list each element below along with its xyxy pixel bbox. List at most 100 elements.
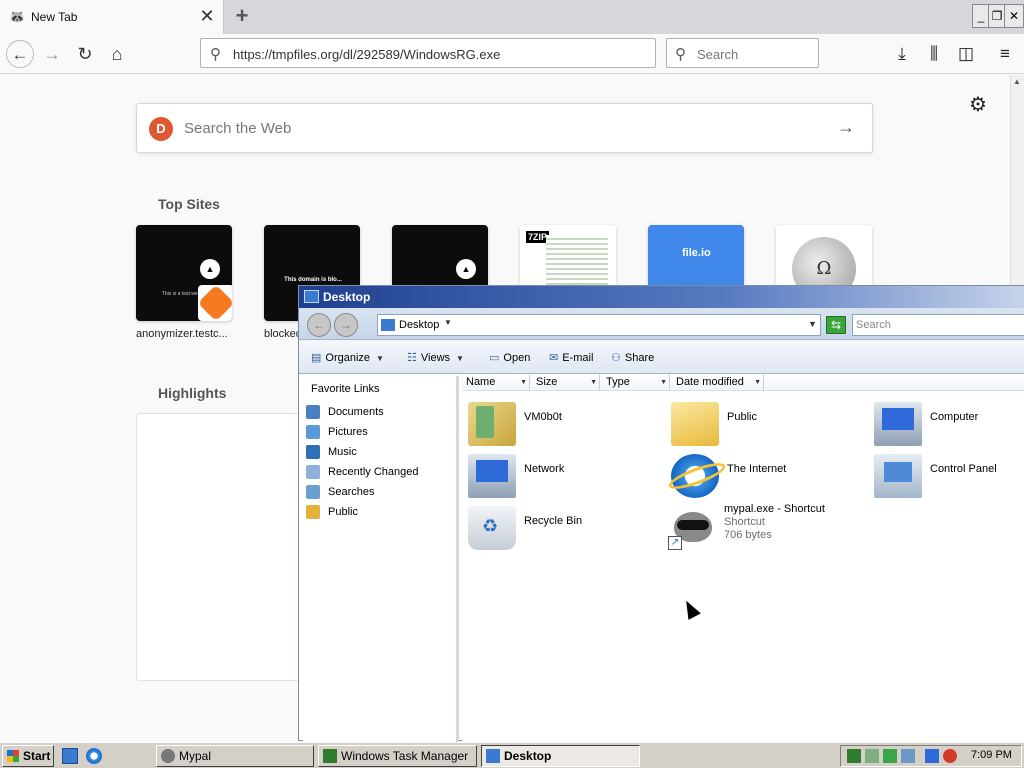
file-item-network[interactable]: Network: [468, 452, 668, 500]
search-input[interactable]: ⚲ Search: [666, 38, 819, 68]
library-icon[interactable]: ⫼: [921, 40, 947, 68]
clock[interactable]: 7:09 PM: [971, 749, 1012, 761]
recycle-bin-icon: [468, 506, 516, 550]
close-window-button[interactable]: ✕: [1004, 4, 1024, 28]
tab-new-tab[interactable]: 🦝 New Tab ✕: [0, 0, 224, 34]
home-button[interactable]: ⌂: [103, 40, 131, 68]
reload-button[interactable]: ↻: [71, 40, 99, 68]
thumbnail-text: file.io: [682, 247, 711, 259]
site-logo-icon: [197, 284, 232, 321]
file-item-public[interactable]: Public: [671, 400, 871, 448]
explorer-toolbar: ▤ Organize ▼ ☷ Views ▼ ▭ Open ✉ E-mail ⚇ Share: [299, 340, 1024, 374]
file-item-size: 706 bytes: [724, 529, 772, 541]
tray-app-icon[interactable]: [883, 749, 897, 763]
explorer-search-input[interactable]: Search: [852, 314, 1024, 336]
column-header-type[interactable]: Type ▼: [602, 374, 670, 391]
system-tray: 7:09 PM: [840, 745, 1022, 767]
chevron-down-icon[interactable]: ▼: [660, 374, 667, 391]
share-button[interactable]: ⚇ Share: [611, 351, 654, 364]
email-label: E-mail: [562, 352, 594, 364]
explorer-forward-button[interactable]: →: [334, 313, 358, 337]
explorer-title: Desktop: [323, 290, 371, 304]
top-site-label: anonymizer.testc...: [136, 328, 228, 340]
new-tab-button[interactable]: +: [230, 4, 254, 28]
scroll-up-icon[interactable]: ▲: [1013, 77, 1021, 86]
tray-app-icon[interactable]: [901, 749, 915, 763]
organize-icon: ▤: [311, 352, 322, 364]
nav-link-label: Pictures: [328, 426, 368, 438]
nav-link-label: Recently Changed: [328, 466, 419, 478]
network-status-icon[interactable]: [925, 749, 939, 763]
file-item-vm0b0t[interactable]: VM0b0t: [468, 400, 668, 448]
file-item-mypal-shortcut[interactable]: ↗ mypal.exe - Shortcut Shortcut 706 byte…: [668, 503, 888, 552]
views-button[interactable]: ☷ Views ▼: [407, 351, 464, 364]
file-item-recycle-bin[interactable]: Recycle Bin: [468, 504, 668, 552]
views-label: Views: [420, 352, 451, 364]
start-button[interactable]: Start: [2, 745, 54, 767]
chevron-down-icon[interactable]: ▼: [808, 319, 817, 329]
chevron-down-icon[interactable]: ▼: [754, 374, 761, 391]
chevron-down-icon[interactable]: ▼: [590, 374, 597, 391]
url-bar[interactable]: ⚲ https://tmpfiles.org/dl/292589/Windows…: [200, 38, 656, 68]
close-tab-icon[interactable]: ✕: [197, 6, 217, 26]
arrow-right-icon[interactable]: →: [837, 117, 855, 138]
file-item-name: Recycle Bin: [524, 515, 583, 527]
mypal-favicon-icon: 🦝: [9, 9, 26, 24]
column-label: Name: [466, 376, 496, 388]
gear-icon[interactable]: ⚙: [966, 93, 990, 117]
nav-link-recently-changed[interactable]: Recently Changed: [306, 465, 419, 481]
windows-logo-icon: [7, 750, 19, 762]
forward-button[interactable]: →: [38, 40, 66, 68]
file-item-the-internet[interactable]: The Internet: [671, 452, 871, 500]
file-item-computer[interactable]: Computer: [874, 400, 1024, 448]
refresh-button[interactable]: ⇆: [826, 316, 846, 334]
start-label: Start: [23, 749, 51, 763]
tab-title: New Tab: [31, 10, 78, 24]
explorer-path-field[interactable]: Desktop ▼ ▼: [377, 314, 821, 336]
show-desktop-icon[interactable]: [62, 748, 78, 764]
recently-changed-icon: [306, 465, 320, 479]
nav-link-public[interactable]: Public: [306, 505, 358, 521]
web-search-box[interactable]: D Search the Web →: [136, 103, 873, 153]
search-placeholder: Search: [697, 47, 739, 62]
site-thumbnail: This is a test website ▲: [136, 225, 232, 321]
highlights-title: Highlights: [158, 385, 227, 401]
nav-link-music[interactable]: Music: [306, 445, 357, 461]
taskbar-button-label: Desktop: [504, 749, 552, 763]
tray-app-icon[interactable]: [865, 749, 879, 763]
internet-explorer-icon[interactable]: [86, 748, 102, 764]
share-label: Share: [624, 352, 655, 364]
organize-button[interactable]: ▤ Organize ▼: [311, 351, 384, 364]
nav-link-documents[interactable]: Documents: [306, 405, 384, 421]
search-icon: ⚲: [210, 46, 221, 63]
folder-icon: [468, 402, 516, 446]
chevron-down-icon[interactable]: ▼: [520, 374, 527, 391]
file-item-control-panel[interactable]: Control Panel: [874, 452, 1024, 500]
taskbar-button-task-manager[interactable]: Windows Task Manager: [318, 745, 477, 767]
nav-link-label: Documents: [328, 406, 384, 418]
taskbar-button-label: Mypal: [179, 749, 212, 763]
open-button[interactable]: ▭ Open: [489, 351, 530, 364]
column-header-size[interactable]: Size ▼: [532, 374, 600, 391]
nav-link-searches[interactable]: Searches: [306, 485, 374, 501]
top-sites-title: Top Sites: [158, 196, 220, 212]
column-header-name[interactable]: Name ▼: [462, 374, 530, 391]
tray-app-icon[interactable]: [847, 749, 861, 763]
explorer-title-bar[interactable]: Desktop: [299, 286, 1024, 308]
explorer-back-button[interactable]: ←: [307, 313, 331, 337]
download-icon[interactable]: ⤓: [889, 40, 915, 68]
sidebar-icon[interactable]: ◫: [953, 40, 979, 68]
navigation-bar: ← → ↻ ⌂ ⚲ https://tmpfiles.org/dl/292589…: [0, 34, 1024, 74]
nav-link-pictures[interactable]: Pictures: [306, 425, 368, 441]
volume-muted-icon[interactable]: [943, 749, 957, 763]
column-header-date-modified[interactable]: Date modified ▼: [672, 374, 764, 391]
url-text: https://tmpfiles.org/dl/292589/WindowsRG…: [233, 47, 501, 62]
taskbar-button-mypal[interactable]: Mypal: [156, 745, 314, 767]
taskbar-button-desktop[interactable]: Desktop: [481, 745, 640, 767]
file-item-name: Public: [727, 411, 757, 423]
chevron-down-icon[interactable]: ▼: [444, 318, 452, 327]
menu-icon[interactable]: ≡: [992, 40, 1018, 68]
email-button[interactable]: ✉ E-mail: [549, 351, 593, 364]
top-site-tile[interactable]: This is a test website ▲ anonymizer.test…: [136, 225, 232, 340]
back-button[interactable]: ←: [6, 40, 34, 68]
